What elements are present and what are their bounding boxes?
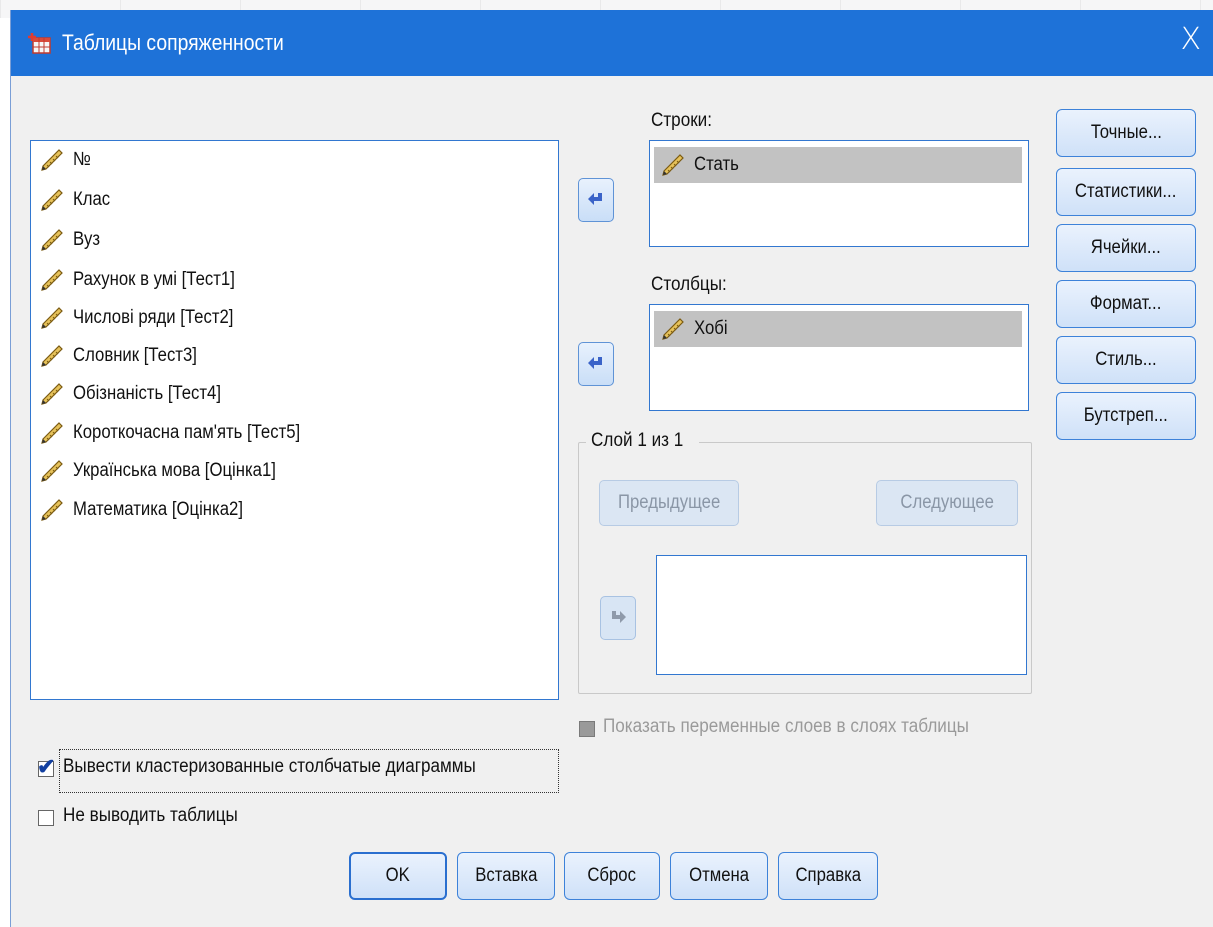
ruler-pencil-icon bbox=[41, 149, 63, 171]
source-variable-list[interactable]: № Клас Вуз Рахунок в умі [Тест1] Числові… bbox=[30, 140, 559, 700]
variable-item[interactable]: Рахунок в умі [Тест1] bbox=[39, 263, 257, 297]
ok-button[interactable]: OK bbox=[349, 852, 447, 900]
columns-list-item[interactable]: Хобі bbox=[654, 311, 1022, 347]
move-to-columns-button[interactable] bbox=[578, 342, 614, 386]
ruler-pencil-icon bbox=[41, 460, 63, 482]
rows-item-label: Стать bbox=[694, 154, 739, 175]
clustered-bar-checkbox[interactable]: ✔ bbox=[37, 754, 55, 779]
ruler-pencil-icon bbox=[662, 154, 684, 176]
variable-item[interactable]: Обізнаність [Тест4] bbox=[39, 377, 241, 411]
variable-label: Математика [Оцінка2] bbox=[73, 499, 243, 520]
crosstabs-table-icon bbox=[28, 33, 51, 54]
ruler-pencil-icon bbox=[41, 383, 63, 405]
ruler-pencil-icon bbox=[41, 189, 63, 211]
previous-layer-button[interactable]: Предыдущее bbox=[599, 480, 739, 526]
variable-item[interactable]: Математика [Оцінка2] bbox=[39, 493, 266, 527]
cancel-button[interactable]: Отмена bbox=[670, 852, 768, 900]
variable-label: Короткочасна пам'ять [Тест5] bbox=[73, 422, 301, 443]
bootstrap-button[interactable]: Бутстреп... bbox=[1056, 392, 1196, 440]
ruler-pencil-icon bbox=[41, 499, 63, 521]
arrow-left-icon bbox=[588, 357, 602, 369]
variable-label: Українська мова [Оцінка1] bbox=[73, 460, 276, 481]
variable-label: Вуз bbox=[73, 229, 100, 250]
next-layer-button[interactable]: Следующее bbox=[876, 480, 1018, 526]
rows-list-item[interactable]: Стать bbox=[654, 147, 1022, 183]
variable-label: Обізнаність [Тест4] bbox=[73, 383, 222, 404]
suppress-tables-label: Не выводить таблицы bbox=[63, 805, 238, 826]
variable-item[interactable]: Українська мова [Оцінка1] bbox=[39, 454, 304, 488]
exact-button[interactable]: Точные... bbox=[1056, 109, 1196, 157]
variable-label: Клас bbox=[73, 189, 111, 210]
ruler-pencil-icon bbox=[41, 422, 63, 444]
variable-item[interactable]: Вуз bbox=[39, 223, 104, 257]
clustered-bar-label: Вывести кластеризованные столбчатые диаг… bbox=[63, 756, 476, 777]
layer-group-legend: Слой 1 из 1 bbox=[586, 430, 699, 452]
rows-label: Строки: bbox=[651, 110, 712, 131]
crosstabs-dialog: Таблицы сопряженности X № Клас Вуз Рахун… bbox=[10, 10, 1213, 927]
columns-list[interactable]: Хобі bbox=[649, 304, 1029, 411]
move-to-layer-button[interactable] bbox=[600, 596, 636, 640]
rows-list[interactable]: Стать bbox=[649, 140, 1029, 247]
columns-item-label: Хобі bbox=[694, 318, 728, 339]
variable-label: Рахунок в умі [Тест1] bbox=[73, 269, 235, 290]
cells-button[interactable]: Ячейки... bbox=[1056, 224, 1196, 272]
layer-list[interactable] bbox=[656, 555, 1027, 675]
variable-item[interactable]: Короткочасна пам'ять [Тест5] bbox=[39, 416, 331, 450]
move-to-rows-button[interactable] bbox=[578, 178, 614, 222]
ruler-pencil-icon bbox=[41, 307, 63, 329]
variable-item[interactable]: № bbox=[39, 143, 93, 177]
variable-item[interactable]: Числові ряди [Тест2] bbox=[39, 301, 255, 335]
show-layer-vars-label: Показать переменные слоев в слоях таблиц… bbox=[603, 716, 969, 737]
show-layer-vars-checkbox[interactable] bbox=[579, 721, 595, 737]
ruler-pencil-icon bbox=[41, 229, 63, 251]
variable-item[interactable]: Словник [Тест3] bbox=[39, 339, 214, 373]
suppress-tables-checkbox[interactable] bbox=[38, 810, 54, 826]
reset-button[interactable]: Сброс bbox=[564, 852, 660, 900]
format-button[interactable]: Формат... bbox=[1056, 280, 1196, 328]
style-button[interactable]: Стиль... bbox=[1056, 336, 1196, 384]
dialog-title: Таблицы сопряженности bbox=[62, 30, 284, 55]
arrow-left-icon bbox=[588, 193, 602, 205]
columns-label: Столбцы: bbox=[651, 274, 727, 295]
variable-item[interactable]: Клас bbox=[39, 183, 115, 217]
close-button[interactable]: X bbox=[1180, 23, 1201, 57]
variable-label: Словник [Тест3] bbox=[73, 345, 197, 366]
checkmark-icon: ✔ bbox=[37, 754, 56, 779]
ruler-pencil-icon bbox=[662, 318, 684, 340]
variable-label: Числові ряди [Тест2] bbox=[73, 307, 234, 328]
ruler-pencil-icon bbox=[41, 269, 63, 291]
statistics-button[interactable]: Статистики... bbox=[1056, 168, 1196, 216]
ruler-pencil-icon bbox=[41, 345, 63, 367]
arrow-right-icon bbox=[612, 611, 626, 623]
help-button[interactable]: Справка bbox=[778, 852, 878, 900]
variable-label: № bbox=[73, 149, 91, 170]
title-bar[interactable]: Таблицы сопряженности X bbox=[11, 10, 1213, 76]
paste-button[interactable]: Вставка bbox=[457, 852, 555, 900]
